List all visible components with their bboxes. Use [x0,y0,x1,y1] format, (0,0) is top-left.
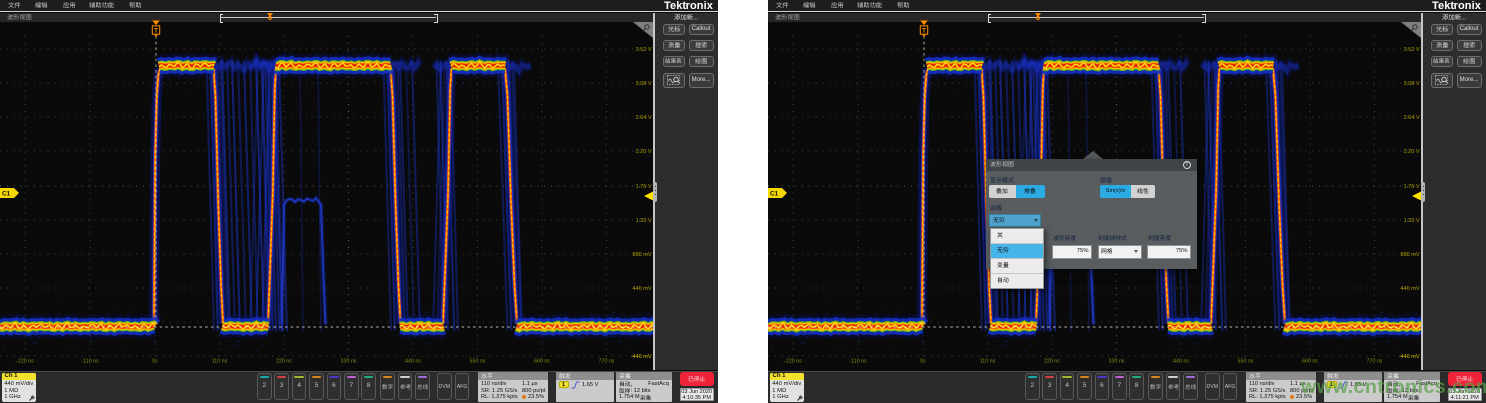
svg-text:-440 mV: -440 mV [631,354,652,360]
svg-text:1.32 V: 1.32 V [636,218,652,224]
svg-text:550 ns: 550 ns [1238,359,1254,365]
svg-text:3.08 V: 3.08 V [636,81,652,87]
svg-text:C1: C1 [2,191,11,198]
svg-text:220 ns: 220 ns [1044,359,1060,365]
svg-text:220 ns: 220 ns [276,359,292,365]
svg-text:440 mV: 440 mV [1401,286,1420,292]
svg-text:440 ns: 440 ns [405,359,421,365]
svg-text:C1: C1 [770,191,779,198]
svg-text:3.52 V: 3.52 V [1404,47,1420,53]
svg-text:-440 mV: -440 mV [1399,354,1420,360]
svg-text:1.76 V: 1.76 V [1404,184,1420,190]
svg-text:550 ns: 550 ns [470,359,486,365]
svg-text:-220 ns: -220 ns [784,359,802,365]
svg-text:330 ns: 330 ns [341,359,357,365]
svg-text:770 ns: 770 ns [599,359,615,365]
svg-text:-110 ns: -110 ns [81,359,99,365]
svg-text:660 ns: 660 ns [534,359,550,365]
svg-text:1.76 V: 1.76 V [636,184,652,190]
svg-text:2.20 V: 2.20 V [636,149,652,155]
svg-text:440 mV: 440 mV [633,286,652,292]
svg-text:3.08 V: 3.08 V [1404,81,1420,87]
svg-text:110 ns: 110 ns [980,359,996,365]
svg-text:880 mV: 880 mV [633,252,652,258]
svg-text:330 ns: 330 ns [1109,359,1125,365]
svg-text:-110 ns: -110 ns [849,359,867,365]
svg-text:T: T [922,29,926,35]
svg-text:110 ns: 110 ns [212,359,228,365]
svg-text:660 ns: 660 ns [1302,359,1318,365]
svg-text:440 ns: 440 ns [1173,359,1189,365]
svg-text:T: T [154,29,158,35]
svg-text:0s: 0s [920,359,926,365]
svg-text:880 mV: 880 mV [1401,252,1420,258]
svg-text:2.64 V: 2.64 V [1404,115,1420,121]
svg-text:1.32 V: 1.32 V [1404,218,1420,224]
svg-text:2.64 V: 2.64 V [636,115,652,121]
svg-text:2.20 V: 2.20 V [1404,149,1420,155]
svg-text:770 ns: 770 ns [1367,359,1383,365]
svg-text:0s: 0s [152,359,158,365]
svg-text:-220 ns: -220 ns [16,359,34,365]
svg-text:3.52 V: 3.52 V [636,47,652,53]
